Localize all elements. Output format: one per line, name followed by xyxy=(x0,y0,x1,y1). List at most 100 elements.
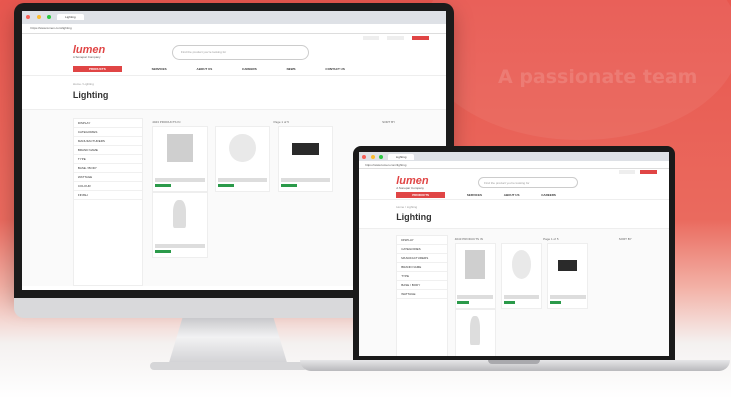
search-input[interactable]: Find the product you're looking for xyxy=(172,45,309,60)
filter-sidebar: DISPLAY CATEGORIES MANUFACTURERS BRAND N… xyxy=(72,118,143,286)
page-title: Lighting xyxy=(359,212,669,229)
product-name xyxy=(155,244,205,249)
maximize-dot-icon[interactable] xyxy=(379,154,384,159)
product-card[interactable] xyxy=(214,126,271,193)
laptop-notch xyxy=(488,360,540,364)
top-strip xyxy=(22,34,446,41)
content-area: DISPLAY CATEGORIES MANUFACTURERS BRAND N… xyxy=(359,228,669,356)
top-link-highlight[interactable] xyxy=(412,35,430,40)
product-card[interactable] xyxy=(152,192,208,259)
maximize-dot-icon[interactable] xyxy=(46,15,51,20)
results-count: 4043 PRODUCTS IN xyxy=(454,236,483,241)
pagination[interactable]: Page 1 of 5 xyxy=(274,120,289,124)
monitor-stand-base xyxy=(150,362,308,370)
product-name xyxy=(503,295,540,300)
grid-toolbar: 4043 PRODUCTS IN Page 1 of 5 SORT BY xyxy=(455,235,632,243)
site-header: lumen A Sonepar Company Find the product … xyxy=(359,174,669,190)
nav-products[interactable]: PRODUCTS xyxy=(396,191,446,198)
product-image xyxy=(465,250,485,280)
product-card[interactable] xyxy=(152,126,208,193)
minimize-dot-icon[interactable] xyxy=(370,154,375,159)
logo-tagline: A Sonepar Company xyxy=(72,55,101,60)
product-card[interactable] xyxy=(277,126,334,193)
filter-manufacturers[interactable]: MANUFACTURERS xyxy=(73,137,142,147)
nav-careers[interactable]: CAREERS xyxy=(541,193,556,197)
product-card[interactable] xyxy=(500,242,542,309)
browser-tabbar: Lighting xyxy=(359,152,669,162)
filter-base[interactable]: BASE / BODY xyxy=(397,281,447,290)
nav-services[interactable]: SERVICES xyxy=(152,67,167,71)
product-card[interactable] xyxy=(454,242,496,309)
browser-tab[interactable]: Lighting xyxy=(57,14,84,21)
background-slogan: A passionate team xyxy=(498,66,698,88)
product-grid: 4043 PRODUCTS IN Page 1 of 5 SORT BY xyxy=(454,235,632,356)
site-header: lumen A Sonepar Company Find the product … xyxy=(22,41,446,63)
product-card[interactable] xyxy=(547,242,589,309)
product-name xyxy=(155,178,205,183)
sort-select[interactable]: SORT BY xyxy=(619,237,632,241)
top-link[interactable] xyxy=(363,35,379,40)
filter-display[interactable]: DISPLAY xyxy=(73,119,142,129)
sort-select[interactable]: SORT BY xyxy=(382,120,395,124)
laptop: Lighting https://www.lumen.com/lighting … xyxy=(353,146,675,360)
product-image xyxy=(511,250,532,280)
minimize-dot-icon[interactable] xyxy=(36,15,41,20)
filter-categories[interactable]: CATEGORIES xyxy=(73,128,142,138)
product-image xyxy=(172,199,187,229)
product-card[interactable] xyxy=(454,308,496,356)
stock-badge xyxy=(503,301,516,305)
top-link[interactable] xyxy=(619,169,635,174)
nav-news[interactable]: NEWS xyxy=(287,67,296,71)
filter-categories[interactable]: CATEGORIES xyxy=(397,245,447,254)
site-logo[interactable]: lumen A Sonepar Company xyxy=(396,174,429,190)
product-name xyxy=(549,295,586,300)
filter-wattage[interactable]: WATTAGE xyxy=(397,290,447,299)
nav-careers[interactable]: CAREERS xyxy=(242,67,257,71)
breadcrumb[interactable]: Home / Lighting xyxy=(22,82,446,86)
results-count: 4043 PRODUCTS IN xyxy=(152,120,181,125)
filter-type[interactable]: TYPE xyxy=(397,272,447,281)
product-name xyxy=(457,295,494,300)
product-image xyxy=(470,316,480,346)
product-image xyxy=(229,133,256,163)
filter-wattage[interactable]: WATTAGE xyxy=(73,173,142,183)
page-title: Lighting xyxy=(22,90,446,110)
nav-about[interactable]: ABOUT US xyxy=(197,67,213,71)
filter-base[interactable]: BASE / BODY xyxy=(73,164,142,174)
breadcrumb[interactable]: Home / Lighting xyxy=(359,205,669,209)
site-logo[interactable]: lumen A Sonepar Company xyxy=(73,45,105,59)
top-link[interactable] xyxy=(386,35,404,40)
search-input[interactable]: Find the product you're looking for xyxy=(477,177,578,189)
filter-colour[interactable]: COLOUR xyxy=(73,182,142,192)
filter-finish[interactable]: FINISH xyxy=(73,191,142,201)
filter-sidebar: DISPLAY CATEGORIES MANUFACTURERS BRAND N… xyxy=(396,234,448,356)
product-image xyxy=(292,143,319,155)
filter-manufacturers[interactable]: MANUFACTURERS xyxy=(397,254,447,263)
nav-services[interactable]: SERVICES xyxy=(467,193,482,197)
nav-about[interactable]: ABOUT US xyxy=(504,193,520,197)
pagination[interactable]: Page 1 of 5 xyxy=(543,237,558,241)
address-bar[interactable]: https://www.lumen.com/lighting xyxy=(22,23,446,35)
close-dot-icon[interactable] xyxy=(362,154,367,159)
close-dot-icon[interactable] xyxy=(26,15,31,20)
filter-type[interactable]: TYPE xyxy=(73,155,142,165)
product-name xyxy=(218,178,268,183)
nav-products[interactable]: PRODUCTS xyxy=(72,66,122,73)
browser-tabbar: Lighting xyxy=(22,11,446,24)
address-bar[interactable]: https://www.lumen.com/lighting xyxy=(359,161,669,170)
stock-badge xyxy=(280,184,297,188)
stock-badge xyxy=(549,301,562,305)
browser-tab[interactable]: Lighting xyxy=(387,153,415,160)
top-link-highlight[interactable] xyxy=(640,169,657,174)
logo-tagline: A Sonepar Company xyxy=(396,185,424,190)
stock-badge xyxy=(155,250,172,254)
filter-brand[interactable]: BRAND NAME xyxy=(397,263,447,272)
logo-text: lumen xyxy=(396,174,429,187)
grid-toolbar: 4043 PRODUCTS IN Page 1 of 5 SORT BY xyxy=(152,118,395,126)
main-nav: PRODUCTS SERVICES ABOUT US CAREERS NEWS … xyxy=(22,64,446,76)
filter-display[interactable]: DISPLAY xyxy=(397,236,447,245)
nav-contact[interactable]: CONTACT US xyxy=(325,67,344,71)
product-image xyxy=(557,259,578,272)
laptop-screen: Lighting https://www.lumen.com/lighting … xyxy=(359,152,669,356)
filter-brand[interactable]: BRAND NAME xyxy=(73,146,142,156)
